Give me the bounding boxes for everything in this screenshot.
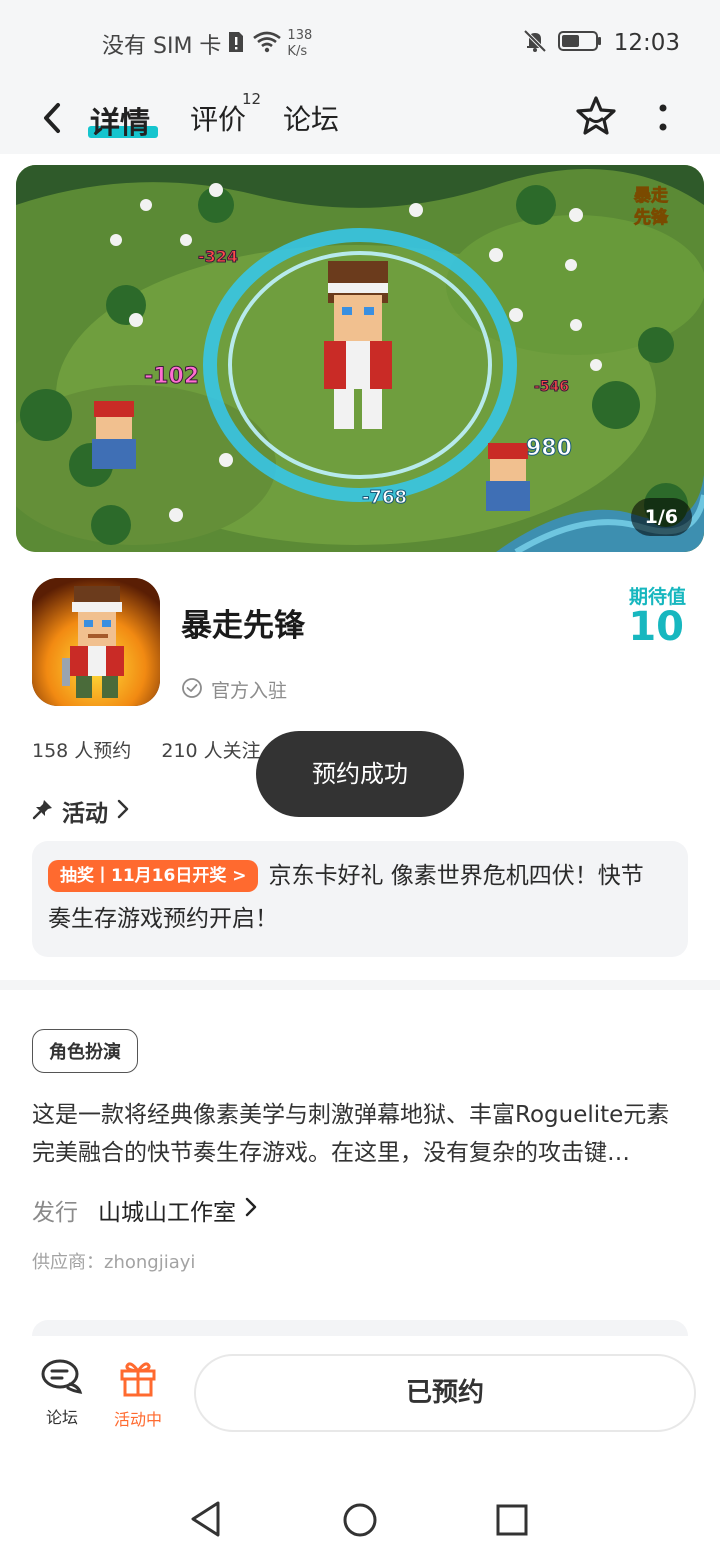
game-description[interactable]: 这是一款将经典像素美学与刺激弹幕地狱、丰富Roguelite元素完美融合的快节奏…: [32, 1096, 692, 1172]
activity-button[interactable]: 活动中: [106, 1358, 170, 1430]
publisher-row[interactable]: 发行 山城山工作室: [32, 1193, 258, 1227]
forum-button-label: 论坛: [45, 1408, 78, 1427]
sim-alert-icon: [227, 30, 245, 58]
tab-forum[interactable]: 论坛: [283, 98, 339, 138]
tab-review[interactable]: 评价: [190, 98, 246, 138]
reserved-button[interactable]: 已预约: [194, 1354, 696, 1432]
screenshot-carousel[interactable]: -324 -102 -546 980 -768 暴走 先锋 1/6: [16, 165, 704, 552]
official-label: 官方入驻: [211, 680, 288, 702]
speed-value: 138: [287, 28, 313, 43]
more-options-icon[interactable]: [652, 98, 674, 138]
clock: 12:03: [613, 30, 680, 56]
activity-button-label: 活动中: [113, 1410, 162, 1429]
carrier-text: 没有 SIM 卡: [102, 34, 222, 59]
activity-label: 活动: [62, 801, 108, 827]
damage-number: -324: [198, 247, 238, 266]
activity-header[interactable]: 活动: [32, 794, 130, 828]
bottom-action-bar: 论坛 活动中 已预约: [0, 1336, 720, 1460]
success-toast: 预约成功: [256, 731, 464, 817]
supplier-info: 供应商：zhongjiayi: [32, 1252, 196, 1273]
status-bar-left: 没有 SIM 卡 138 K/s: [102, 28, 312, 60]
forum-button[interactable]: 论坛: [36, 1358, 88, 1428]
official-badge: 官方入驻: [181, 676, 287, 703]
nav-back-icon[interactable]: [188, 1500, 224, 1542]
genre-tag[interactable]: 角色扮演: [32, 1029, 138, 1073]
chevron-right-icon: [244, 1196, 258, 1224]
mute-bell-icon: [522, 28, 548, 58]
banner-logo-text: 暴走: [633, 185, 668, 206]
activity-card[interactable]: 抽奖丨11月16日开奖 > 京东卡好礼 像素世界危机四伏！快节奏生存游戏预约开启！: [32, 841, 688, 957]
top-nav: 详情 评价 12 论坛: [0, 84, 720, 154]
damage-number: -768: [362, 487, 407, 508]
activity-card-content: 抽奖丨11月16日开奖 > 京东卡好礼 像素世界危机四伏！快节奏生存游戏预约开启！: [48, 855, 664, 941]
status-bar: 没有 SIM 卡 138 K/s 12:03: [0, 0, 720, 84]
follower-count: 210 人关注: [161, 740, 261, 762]
app-name: 暴走先锋: [181, 608, 305, 644]
nav-recent-apps-icon[interactable]: [496, 1504, 528, 1540]
wifi-icon: [253, 31, 282, 57]
speed-unit: K/s: [287, 44, 308, 59]
battery-icon: [557, 30, 602, 56]
forum-chat-icon: [40, 1359, 84, 1400]
lottery-badge: 抽奖丨11月16日开奖 >: [48, 860, 259, 892]
carousel-counter: 1/6: [630, 498, 692, 536]
damage-number: -102: [144, 364, 199, 389]
app-stats: 158 人预约 210 人关注: [32, 736, 261, 763]
damage-number: -546: [534, 379, 569, 395]
reservation-count: 158 人预约: [32, 740, 132, 762]
section-divider: [0, 980, 720, 990]
expect-value: 10: [628, 604, 684, 650]
gift-icon: [118, 1362, 158, 1402]
status-bar-right: 12:03: [522, 28, 680, 58]
network-speed: 138 K/s: [287, 28, 312, 60]
review-count-badge: 12: [242, 90, 262, 108]
back-arrow-icon[interactable]: [36, 100, 72, 136]
publisher-name: 山城山工作室: [98, 1200, 236, 1226]
verified-check-icon: [181, 677, 203, 703]
pin-icon: [32, 798, 54, 824]
banner-logo-text: 先锋: [634, 207, 669, 228]
chevron-right-icon: [116, 798, 130, 824]
damage-number: 980: [526, 436, 572, 461]
tab-detail[interactable]: 详情: [90, 98, 150, 142]
publisher-label: 发行: [32, 1200, 78, 1226]
favorite-star-icon[interactable]: [574, 94, 618, 138]
nav-home-icon[interactable]: [342, 1502, 378, 1542]
system-nav-bar: [0, 1460, 720, 1560]
app-icon: [32, 578, 160, 706]
game-screenshot: -324 -102 -546 980 -768 暴走 先锋: [16, 165, 704, 552]
